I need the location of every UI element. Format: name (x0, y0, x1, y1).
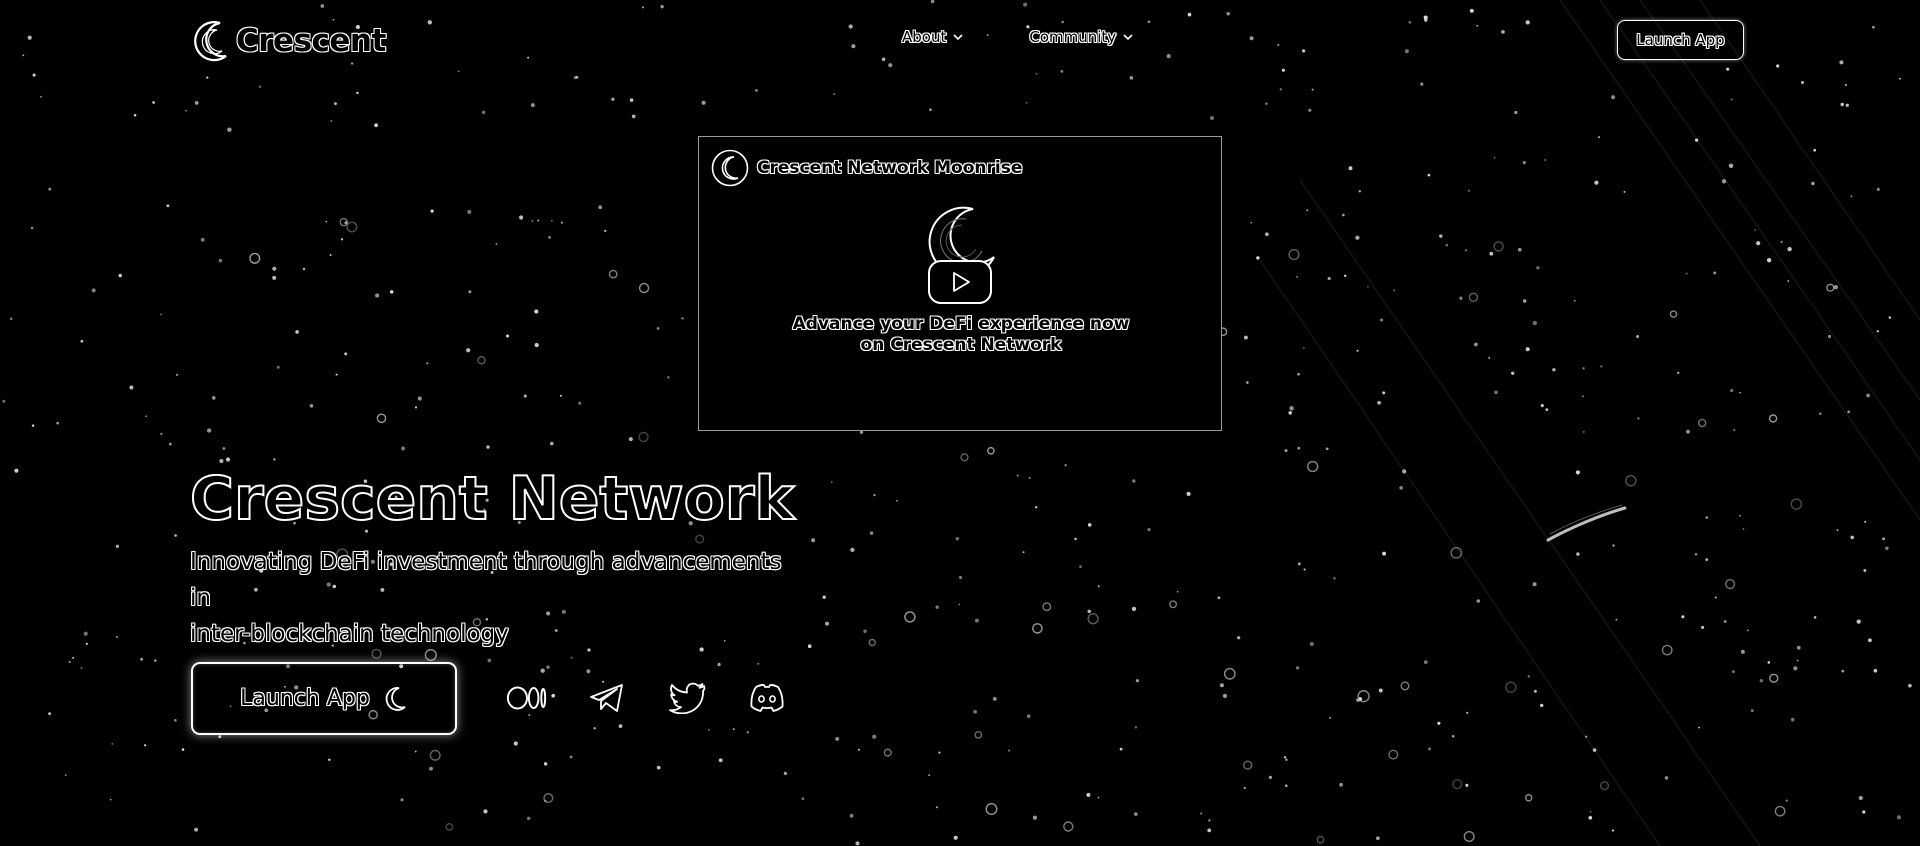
nav-item-community[interactable]: Community (1029, 28, 1133, 46)
discord-icon (750, 684, 784, 712)
chevron-down-icon (1123, 34, 1133, 41)
hero-subtitle-line: Innovating DeFi investment through advan… (190, 549, 782, 611)
nav-item-about[interactable]: About (902, 28, 963, 46)
nav-item-label: About (902, 28, 947, 46)
header-launch-app-button[interactable]: Launch App (1617, 20, 1744, 60)
hero-launch-app-button[interactable]: Launch App (191, 662, 457, 735)
landing-page: Crescent About Community Launch App Cres… (0, 0, 1920, 846)
discord-link[interactable] (746, 677, 788, 719)
social-links (506, 677, 788, 719)
launch-app-label: Launch App (240, 686, 370, 711)
telegram-link[interactable] (586, 677, 628, 719)
twitter-icon (669, 682, 706, 714)
hero-subtitle-line: inter-blockchain technology (190, 621, 509, 647)
video-header: Crescent Network Moonrise (711, 149, 1022, 187)
main-nav: About Community (902, 28, 1133, 46)
brand-logo[interactable]: Crescent (190, 16, 386, 66)
medium-link[interactable] (506, 677, 548, 719)
crescent-logo-icon (194, 21, 227, 62)
video-embed[interactable]: Crescent Network Moonrise Advance your D… (698, 136, 1222, 431)
nav-item-label: Community (1029, 28, 1117, 46)
twitter-link[interactable] (666, 677, 708, 719)
telegram-icon (590, 684, 623, 712)
hero-subtitle: Innovating DeFi investment through advan… (190, 544, 790, 652)
channel-avatar-icon[interactable] (711, 149, 749, 187)
play-icon[interactable] (927, 259, 993, 305)
crescent-moon-icon (385, 686, 406, 711)
chevron-down-icon (953, 34, 963, 41)
video-caption-line: on Crescent Network (860, 335, 1062, 355)
video-caption-line: Advance your DeFi experience now (792, 314, 1130, 334)
shooting-star (1546, 504, 1627, 542)
medium-icon (506, 686, 547, 710)
hero-title: Crescent Network (189, 463, 795, 535)
video-title[interactable]: Crescent Network Moonrise (757, 158, 1022, 178)
brand-name: Crescent (236, 23, 386, 59)
video-caption: Advance your DeFi experience now on Cres… (699, 314, 1223, 356)
